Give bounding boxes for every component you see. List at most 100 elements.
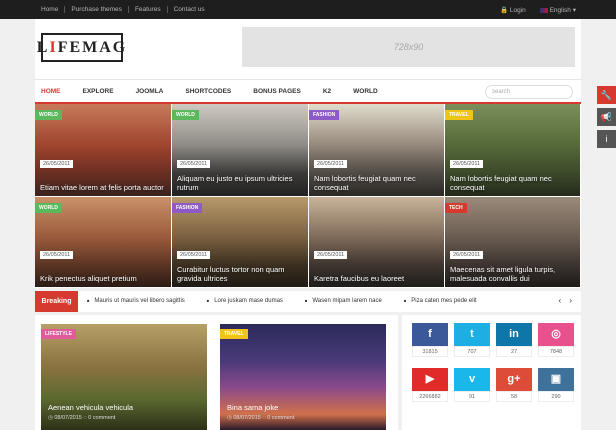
social-count: 31815 (412, 346, 448, 357)
top-links: Home Purchase themes Features Contact us (41, 6, 211, 13)
tile-title[interactable]: Nam lobortis feugiat quam nec consequat (314, 174, 438, 192)
social-icon: t (454, 323, 490, 346)
post-title[interactable]: Aenean vehicula vehicula (48, 403, 133, 412)
breaking-item[interactable]: Mauris ut mauris vel libero sagittis (87, 298, 184, 304)
tile-title[interactable]: Krik penectus aliquet pretium (40, 274, 165, 283)
flag-icon (539, 7, 548, 13)
category-badge: FASHION (309, 110, 340, 120)
top-link-contact[interactable]: Contact us (166, 6, 211, 13)
featured-tile[interactable]: 26/05/2011 Karetra faucibus eu laoreet (309, 197, 445, 288)
social-counter[interactable]: g+ 58 (496, 368, 532, 402)
social-count: 290 (538, 391, 574, 402)
tile-title[interactable]: Etiam vitae lorem at felis porta auctor (40, 183, 165, 192)
login-label: Login (509, 7, 526, 14)
post-date: 26/05/2011 (450, 251, 484, 259)
language-select[interactable]: English ▾ (539, 6, 576, 14)
featured-tile[interactable]: FASHION 26/05/2011 Curabitur luctus tortor… (172, 197, 309, 288)
tile-title[interactable]: Nam lobortis feugiat quam nec consequat (450, 174, 574, 192)
category-badge: TECH (445, 203, 467, 213)
ad-banner[interactable]: 728x90 (242, 27, 575, 67)
nav-item-home[interactable]: HOME (41, 88, 83, 95)
post-category-badge: LIFESTYLE (41, 329, 76, 339)
nav-item-k2[interactable]: K2 (323, 88, 353, 95)
wrench-icon[interactable]: 🔧 (597, 86, 616, 104)
social-icon: ▣ (538, 368, 574, 391)
post-card[interactable]: TRAVEL Bina sama joke ◷ 08/07/2015 ◌ 0 c… (220, 324, 386, 430)
social-counter[interactable]: ▶ 2266882 (412, 368, 448, 402)
logo-part-3: FEMAG (57, 38, 128, 56)
social-icon: f (412, 323, 448, 346)
social-counter[interactable]: ▣ 290 (538, 368, 574, 402)
category-badge: WORLD (35, 203, 62, 213)
logo-part-2: I (49, 38, 58, 56)
nav-item-world[interactable]: WORLD (353, 88, 400, 95)
social-icon: v (454, 368, 490, 391)
category-badge: TRAVEL (445, 110, 473, 120)
post-date: 26/05/2011 (177, 251, 211, 259)
social-icon: ▶ (412, 368, 448, 391)
social-counter[interactable]: f 31815 (412, 323, 448, 357)
top-bar: Home Purchase themes Features Contact us… (0, 0, 616, 19)
featured-tile[interactable]: FASHION 26/05/2011 Nam lobortis feugiat qu… (309, 104, 445, 197)
post-date: 26/05/2011 (40, 251, 74, 259)
tile-title[interactable]: Curabitur luctus tortor non quam gravida… (177, 265, 302, 283)
social-counter[interactable]: ◎ 7848 (538, 323, 574, 357)
featured-tile[interactable]: TECH 26/05/2011 Maecenas sit amet ligula t… (445, 197, 581, 288)
featured-tile[interactable]: WORLD 26/05/2011 Etiam vitae lorem at feli… (35, 104, 172, 197)
tile-title[interactable]: Karetra faucibus eu laoreet (314, 274, 438, 283)
logo-part-1: L (36, 38, 50, 56)
top-link-features[interactable]: Features (127, 6, 167, 13)
breaking-arrows[interactable]: ‹ › (558, 296, 575, 305)
social-counter[interactable]: t 707 (454, 323, 490, 357)
social-icon: ◎ (538, 323, 574, 346)
search-input[interactable]: search (485, 85, 573, 99)
post-date: 26/05/2011 (177, 160, 211, 168)
nav-item-explore[interactable]: EXPLORE (83, 88, 136, 95)
breaking-item[interactable]: Lore juskam mase dumas (207, 298, 283, 304)
social-count: 91 (454, 391, 490, 402)
social-sidebar: f 31815 t 707 in 27 ◎ 7848 ▶ 2266882 v 91 g+ 58 ▣ 290 (402, 315, 581, 430)
post-category-badge: TRAVEL (220, 329, 248, 339)
login-link[interactable]: 🔒 Login (500, 6, 526, 14)
post-date: 26/05/2011 (314, 251, 348, 259)
post-card[interactable]: LIFESTYLE Aenean vehicula vehicula ◷ 08/… (41, 324, 207, 430)
featured-tile[interactable]: WORLD 26/05/2011 Krik penectus aliquet pre… (35, 197, 172, 288)
megaphone-icon[interactable]: 📢 (597, 108, 616, 126)
header: L I FEMAG 728x90 (35, 19, 581, 79)
info-icon[interactable]: i (597, 130, 616, 148)
featured-tile[interactable]: TRAVEL 26/05/2011 Nam lobortis feugiat qua… (445, 104, 581, 197)
post-meta: ◷ 08/07/2015 ◌ 0 comment (48, 415, 116, 421)
main-content: LIFESTYLE Aenean vehicula vehicula ◷ 08/… (35, 315, 398, 430)
post-date: 26/05/2011 (40, 160, 74, 168)
category-badge: WORLD (172, 110, 199, 120)
social-icon: in (496, 323, 532, 346)
breaking-news-bar: Breaking Mauris ut mauris vel libero sag… (35, 291, 581, 312)
main-nav: HOME EXPLORE JOOMLA SHORTCODES BONUS PAG… (35, 79, 581, 104)
site-logo[interactable]: L I FEMAG (37, 33, 125, 62)
nav-item-shortcodes[interactable]: SHORTCODES (185, 88, 253, 95)
breaking-item[interactable]: Piza caten mes pede elit (404, 298, 476, 304)
language-label: English (549, 7, 571, 14)
social-count: 58 (496, 391, 532, 402)
social-count: 27 (496, 346, 532, 357)
featured-tile[interactable]: WORLD 26/05/2011 Aliquam eu justo eu ipsum… (172, 104, 309, 197)
featured-grid: WORLD 26/05/2011 Etiam vitae lorem at feli… (35, 104, 581, 288)
post-date: 26/05/2011 (450, 160, 484, 168)
breaking-item[interactable]: Wasen mipam larem nace (305, 298, 381, 304)
category-badge: WORLD (35, 110, 62, 120)
tile-title[interactable]: Maecenas sit amet ligula turpis, malesua… (450, 265, 574, 283)
category-badge: FASHION (172, 203, 203, 213)
tile-title[interactable]: Aliquam eu justo eu ipsum ultricies rutr… (177, 174, 302, 192)
social-counter[interactable]: v 91 (454, 368, 490, 402)
social-count: 7848 (538, 346, 574, 357)
social-counter[interactable]: in 27 (496, 323, 532, 357)
breaking-label: Breaking (35, 291, 78, 312)
social-icon: g+ (496, 368, 532, 391)
social-count: 707 (454, 346, 490, 357)
post-date: 26/05/2011 (314, 160, 348, 168)
top-link-home[interactable]: Home (41, 6, 64, 13)
nav-item-joomla[interactable]: JOOMLA (136, 88, 186, 95)
top-link-purchase[interactable]: Purchase themes (64, 6, 128, 13)
nav-item-bonus-pages[interactable]: BONUS PAGES (253, 88, 323, 95)
post-title[interactable]: Bina sama joke (227, 403, 278, 412)
